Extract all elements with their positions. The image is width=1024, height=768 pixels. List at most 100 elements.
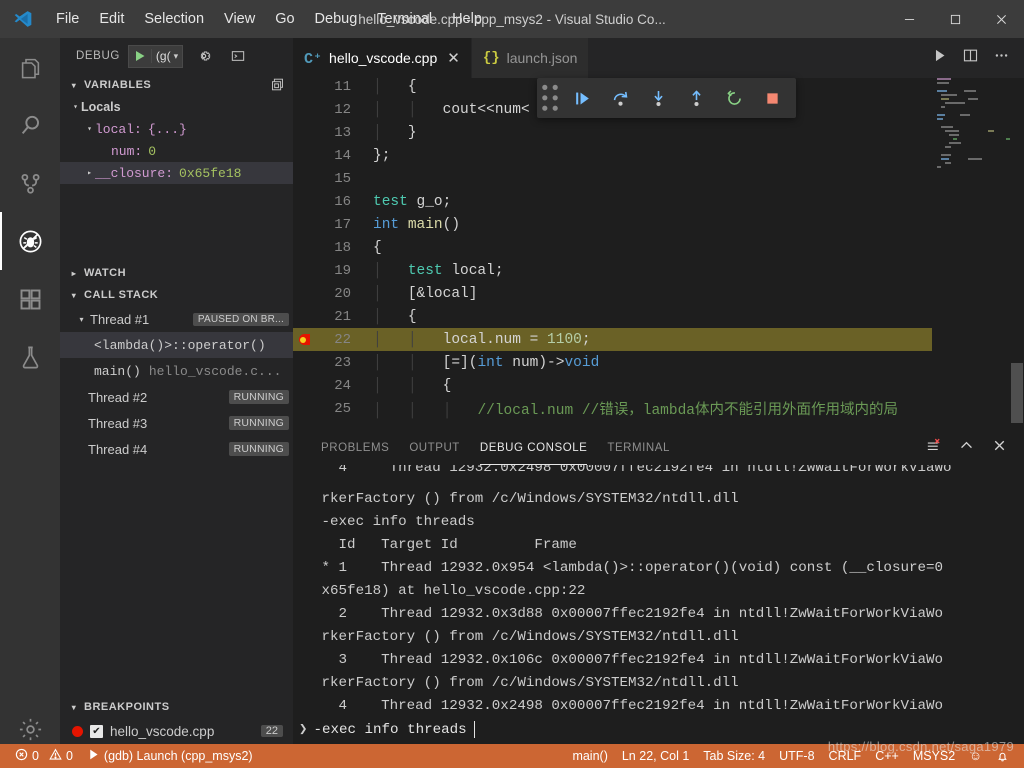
variables-row-locals[interactable]: ▾ Locals (60, 96, 293, 118)
variables-row-closure[interactable]: ▸ __closure: 0x65fe18 (60, 162, 293, 184)
panel-tab-bar[interactable]: PROBLEMS OUTPUT DEBUG CONSOLE TERMINAL (293, 430, 1024, 465)
search-icon[interactable] (0, 96, 60, 154)
callstack-row-lambda[interactable]: <lambda()>::operator() (60, 332, 293, 358)
menu-debug[interactable]: Debug (305, 8, 368, 30)
code-line-19[interactable]: 19 │ test local; (293, 259, 1024, 282)
tab-hello-vscode-cpp[interactable]: C⁺ hello_vscode.cpp ✕ (293, 38, 472, 78)
status-encoding[interactable]: UTF-8 (772, 744, 821, 768)
tab-problems[interactable]: PROBLEMS (311, 430, 399, 465)
breakpoint-marker[interactable] (293, 334, 315, 345)
callstack-row-main[interactable]: main() hello_vscode.c... (60, 358, 293, 384)
maximize-button[interactable] (932, 0, 978, 38)
code-line-13[interactable]: 13 │ } (293, 121, 1024, 144)
menu-go[interactable]: Go (265, 8, 304, 30)
variables-row-num[interactable]: num: 0 (60, 140, 293, 162)
chevron-down-icon[interactable]: ▾ (173, 51, 183, 62)
watch-section-header[interactable]: ▸ WATCH (60, 262, 293, 284)
code-line-20[interactable]: 20 │ [&local] (293, 282, 1024, 305)
tab-launch-json[interactable]: {} launch.json (471, 38, 590, 78)
testing-beaker-icon[interactable] (0, 328, 60, 386)
code-line-16[interactable]: 16 test g_o; (293, 190, 1024, 213)
debug-floating-toolbar[interactable] (537, 78, 796, 118)
code-line-23[interactable]: 23 │ │ [=](int num)->void (293, 351, 1024, 374)
open-debug-console-icon[interactable] (225, 48, 251, 64)
breakpoint-checkbox[interactable]: ✔ (90, 724, 103, 738)
callstack-twisty-icon[interactable]: ▾ (68, 291, 80, 300)
editor-actions[interactable] (931, 38, 1024, 78)
variables-tree[interactable]: ▾ Locals ▾ local: {...} num: 0 ▸ __closu… (60, 96, 293, 184)
close-button[interactable] (978, 0, 1024, 38)
extensions-icon[interactable] (0, 270, 60, 328)
editor-tab-bar[interactable]: C⁺ hello_vscode.cpp ✕ {} launch.json (293, 38, 1024, 78)
minimize-button[interactable] (886, 0, 932, 38)
callstack-row-thread-4[interactable]: Thread #4 RUNNING (60, 436, 293, 462)
code-line-24[interactable]: 24 │ │ { (293, 374, 1024, 397)
panel-actions[interactable] (925, 437, 1024, 459)
status-eol[interactable]: CRLF (822, 744, 869, 768)
tab-terminal[interactable]: TERMINAL (597, 430, 680, 465)
menu-view[interactable]: View (214, 8, 265, 30)
editor-scrollbar-thumb[interactable] (1011, 363, 1023, 423)
code-line-17[interactable]: 17 int main() (293, 213, 1024, 236)
clear-console-icon[interactable] (925, 437, 942, 459)
status-problems[interactable]: 0 0 (8, 744, 80, 768)
source-control-icon[interactable] (0, 154, 60, 212)
tab-debug-console[interactable]: DEBUG CONSOLE (470, 430, 597, 465)
status-launch-config[interactable]: (gdb) Launch (cpp_msys2) (80, 744, 260, 768)
callstack-section-header[interactable]: ▾ CALL STACK (60, 284, 293, 306)
callstack-row-thread-2[interactable]: Thread #2 RUNNING (60, 384, 293, 410)
callstack-tree[interactable]: ▾ Thread #1 PAUSED ON BR... <lambda()>::… (60, 306, 293, 462)
breakpoint-list-item[interactable]: ✔ hello_vscode.cpp 22 (60, 718, 293, 744)
start-debugging-icon[interactable] (129, 50, 151, 62)
variables-twisty-icon[interactable]: ▾ (68, 81, 80, 90)
code-line-14[interactable]: 14}; (293, 144, 1024, 167)
debug-console-input[interactable]: ❯ -exec info threads (293, 715, 1024, 744)
variables-section-header[interactable]: ▾ VARIABLES (60, 74, 293, 96)
menu-help[interactable]: Help (442, 8, 492, 30)
more-actions-icon[interactable] (993, 47, 1010, 69)
tab-output[interactable]: OUTPUT (399, 430, 470, 465)
menu-selection[interactable]: Selection (134, 8, 214, 30)
drag-handle-icon[interactable] (537, 77, 563, 119)
console-input-value[interactable]: -exec info threads (313, 722, 466, 738)
window-controls[interactable] (886, 0, 1024, 38)
code-line-21[interactable]: 21 │ { (293, 305, 1024, 328)
code-line-15[interactable]: 15 (293, 167, 1024, 190)
continue-button[interactable] (563, 78, 601, 118)
status-feedback-smiley-icon[interactable]: ☺ (962, 744, 989, 768)
open-launch-settings-gear-icon[interactable] (191, 48, 217, 64)
status-bar[interactable]: 0 0 (gdb) Launch (cpp_msys2) main() Ln 2… (0, 744, 1024, 768)
row-twisty-icon[interactable]: ▾ (76, 315, 87, 324)
close-panel-icon[interactable] (991, 437, 1008, 459)
open-variables-view-icon[interactable] (270, 77, 285, 95)
run-and-debug-icon[interactable] (0, 212, 60, 270)
breakpoints-section-header[interactable]: ▾ BREAKPOINTS (60, 696, 293, 718)
status-cursor-position[interactable]: Ln 22, Col 1 (615, 744, 696, 768)
row-twisty-icon[interactable]: ▸ (84, 168, 95, 178)
step-over-button[interactable] (601, 78, 639, 118)
menu-file[interactable]: File (46, 8, 89, 30)
editor-scrollbar[interactable] (1010, 78, 1024, 430)
stop-button[interactable] (753, 78, 791, 118)
code-line-18[interactable]: 18 { (293, 236, 1024, 259)
variables-row-local[interactable]: ▾ local: {...} (60, 118, 293, 140)
code-line-22[interactable]: 22 │ │ local.num = 1100; (293, 328, 1024, 351)
code-editor[interactable]: 11 │ {12 │ │ cout<<num< 13 │ } 14}; 15 16 test g… (293, 78, 1024, 430)
breakpoints-twisty-icon[interactable]: ▾ (68, 703, 80, 712)
code-line-25[interactable]: 25 │ │ │ //local.num //错误，lambda体内不能引用外面作… (293, 397, 1024, 420)
tab-close-icon[interactable]: ✕ (447, 51, 460, 66)
explorer-files-icon[interactable] (0, 38, 60, 96)
row-twisty-icon[interactable]: ▾ (70, 102, 81, 112)
editor-minimap[interactable] (932, 78, 1010, 430)
activity-bar[interactable] (0, 38, 60, 768)
status-terminal-profile[interactable]: MSYS2 (906, 744, 962, 768)
status-notifications-bell-icon[interactable] (989, 744, 1016, 768)
restart-button[interactable] (715, 78, 753, 118)
maximize-panel-icon[interactable] (958, 437, 975, 459)
status-symbol[interactable]: main() (565, 744, 614, 768)
menu-terminal[interactable]: Terminal (367, 8, 442, 30)
status-tab-size[interactable]: Tab Size: 4 (696, 744, 772, 768)
status-language-mode[interactable]: C++ (868, 744, 906, 768)
watch-twisty-icon[interactable]: ▸ (68, 269, 80, 278)
split-editor-icon[interactable] (962, 47, 979, 69)
